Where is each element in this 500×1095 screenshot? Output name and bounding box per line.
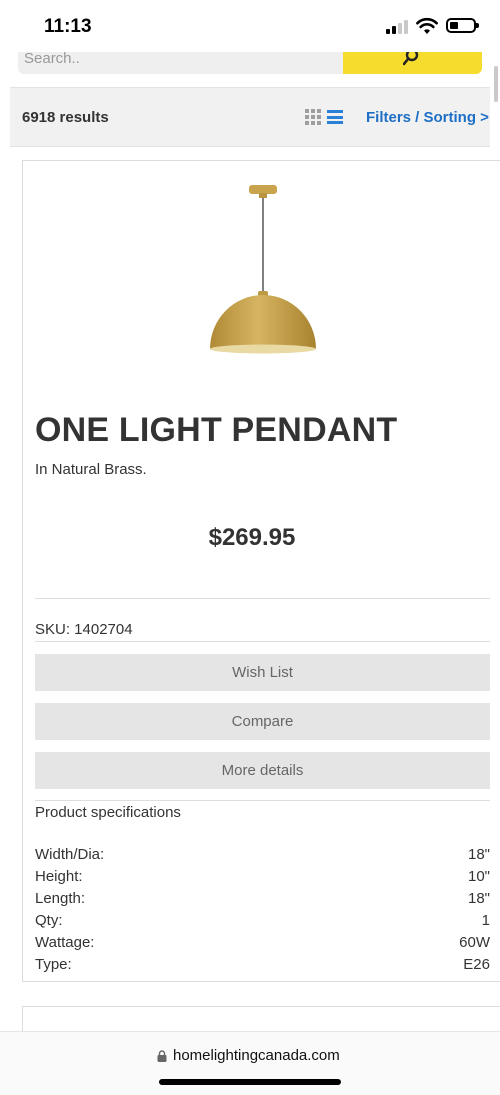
wish-list-button[interactable]: Wish List bbox=[35, 654, 490, 691]
spec-label: Length: bbox=[35, 890, 86, 907]
search-icon bbox=[403, 52, 419, 66]
divider bbox=[35, 641, 490, 642]
spec-value: 60W bbox=[459, 934, 490, 951]
lock-icon bbox=[157, 1050, 167, 1062]
grid-view-icon[interactable] bbox=[305, 109, 321, 125]
search-button[interactable] bbox=[343, 52, 482, 74]
search-input[interactable] bbox=[18, 52, 344, 74]
spec-value: 18" bbox=[467, 846, 490, 863]
url-text[interactable]: homelightingcanada.com bbox=[173, 1047, 340, 1064]
product-sku: SKU: 1402704 bbox=[35, 621, 133, 638]
spec-value: 10" bbox=[467, 868, 490, 885]
spec-label: Wattage: bbox=[35, 934, 95, 951]
filters-sorting-link[interactable]: Filters / Sorting > bbox=[366, 109, 489, 126]
product-price: $269.95 bbox=[208, 524, 296, 551]
spec-value: E26 bbox=[463, 956, 490, 973]
spec-row: Width/Dia: 18" bbox=[35, 846, 490, 868]
results-toolbar: 6918 results Filters / Sorting > bbox=[10, 87, 490, 147]
product-subtitle: In Natural Brass. bbox=[35, 461, 147, 478]
divider bbox=[35, 598, 490, 599]
list-view-icon[interactable] bbox=[327, 110, 343, 124]
product-card: ONE LIGHT PENDANT In Natural Brass. $269… bbox=[22, 160, 500, 982]
wifi-icon bbox=[416, 17, 438, 34]
spec-label: Type: bbox=[35, 956, 72, 973]
spec-value: 18" bbox=[467, 890, 490, 907]
spec-row: Length: 18" bbox=[35, 890, 490, 912]
spec-row: Type: E26 bbox=[35, 956, 490, 978]
browser-url-bar[interactable]: homelightingcanada.com bbox=[0, 1031, 500, 1095]
page-scrollbar[interactable] bbox=[494, 66, 498, 102]
home-indicator[interactable] bbox=[159, 1079, 341, 1085]
status-time: 11:13 bbox=[44, 16, 92, 37]
compare-button[interactable]: Compare bbox=[35, 703, 490, 740]
product-image[interactable] bbox=[203, 183, 323, 358]
spec-label: Height: bbox=[35, 868, 83, 885]
spec-row: Wattage: 60W bbox=[35, 934, 490, 956]
search-bar bbox=[0, 52, 500, 78]
specs-title: Product specifications bbox=[35, 804, 181, 821]
spec-label: Width/Dia: bbox=[35, 846, 105, 863]
battery-icon bbox=[446, 18, 479, 33]
spec-label: Qty: bbox=[35, 912, 63, 929]
divider bbox=[35, 800, 490, 801]
results-count: 6918 results bbox=[22, 109, 109, 126]
spec-value: 1 bbox=[481, 912, 490, 929]
spec-row: Height: 10" bbox=[35, 868, 490, 890]
spec-row: Qty: 1 bbox=[35, 912, 490, 934]
status-bar: 11:13 bbox=[0, 0, 500, 52]
more-details-button[interactable]: More details bbox=[35, 752, 490, 789]
product-title[interactable]: ONE LIGHT PENDANT bbox=[35, 411, 397, 450]
cellular-signal-icon bbox=[386, 20, 410, 34]
